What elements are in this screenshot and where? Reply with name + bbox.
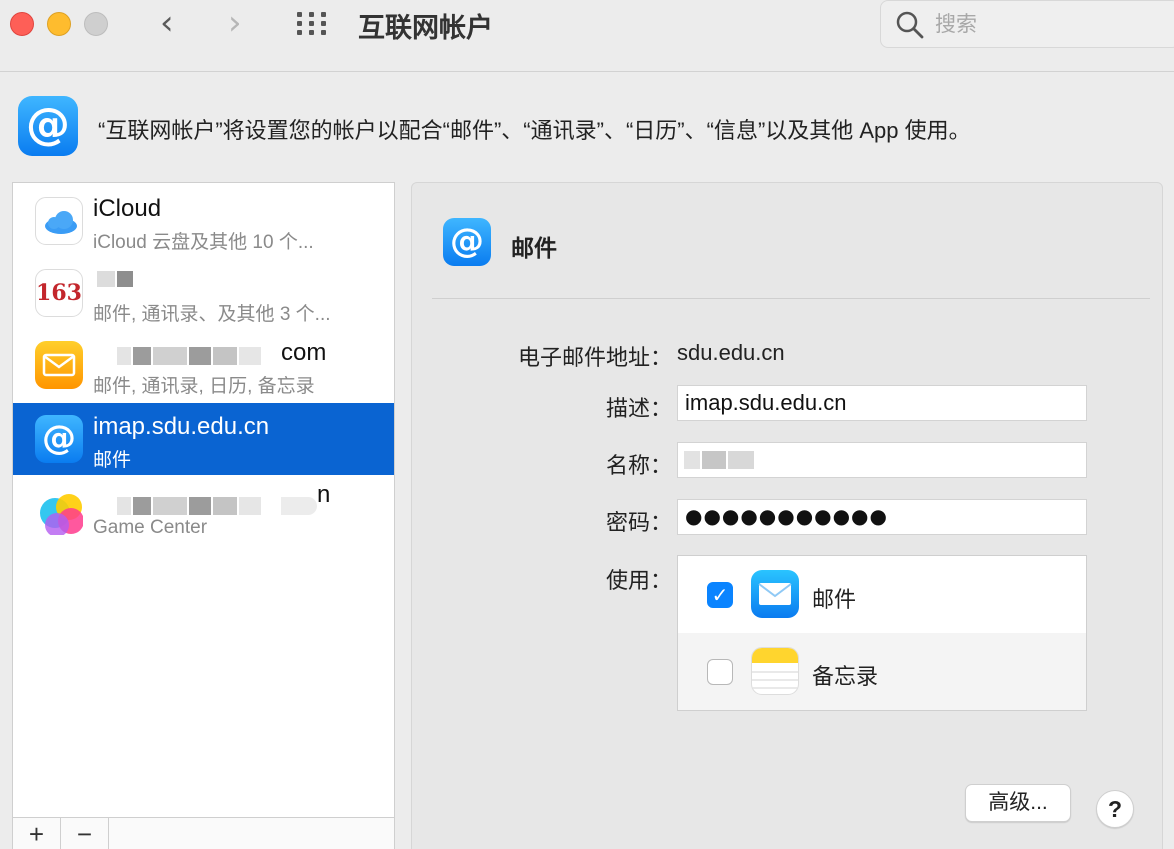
redacted-block — [684, 451, 700, 469]
divider — [432, 298, 1150, 299]
account-item-icloud[interactable]: iCloud iCloud 云盘及其他 10 个... — [13, 185, 394, 257]
description-label: 描述： — [605, 396, 672, 421]
password-label: 密码： — [605, 510, 672, 535]
account-subtitle: 邮件, 通讯录、及其他 3 个... — [93, 304, 331, 325]
zoom-window-button[interactable] — [84, 12, 108, 36]
help-button[interactable]: ? — [1096, 790, 1134, 828]
mail-163-icon: 163 — [35, 269, 83, 317]
redacted-block — [117, 497, 131, 515]
password-input[interactable]: ●●●●●●●●●●● — [677, 499, 1087, 535]
back-chevron-icon[interactable]: ‹ — [160, 6, 174, 40]
account-subtitle: 邮件 — [93, 450, 132, 471]
redacted-block — [117, 271, 133, 287]
redacted-block — [213, 347, 237, 365]
mail-checkbox[interactable]: ✓ — [707, 582, 733, 608]
app-label: 备忘录 — [812, 664, 879, 689]
redacted-block — [189, 347, 211, 365]
close-window-button[interactable] — [10, 12, 34, 36]
redacted-block — [133, 497, 151, 515]
account-item-163[interactable]: 163 邮件, 通讯录、及其他 3 个... — [13, 257, 394, 329]
account-subtitle: Game Center — [93, 517, 208, 538]
name-label: 名称： — [605, 453, 672, 478]
icloud-icon — [35, 197, 83, 245]
description-input[interactable] — [677, 385, 1087, 421]
email-label: 电子邮件地址： — [517, 345, 672, 370]
redacted-block — [239, 347, 261, 365]
account-item-game-center[interactable]: n Game Center — [13, 475, 394, 547]
redacted-block — [702, 451, 726, 469]
title-bar: ‹ › 互联网帐户 — [0, 0, 1174, 72]
remove-account-button[interactable]: − — [61, 818, 109, 849]
account-title: n — [317, 481, 331, 508]
account-list: iCloud iCloud 云盘及其他 10 个... 163 邮件, 通讯录、… — [12, 182, 395, 849]
redacted-block — [153, 347, 187, 365]
redacted-block — [189, 497, 211, 515]
redacted-block — [153, 497, 187, 515]
add-account-button[interactable]: + — [13, 818, 61, 849]
at-sign-icon: @ — [443, 218, 491, 266]
redacted-block — [117, 347, 131, 365]
use-label: 使用： — [605, 568, 672, 593]
search-input[interactable] — [935, 11, 1155, 39]
notes-app-icon — [751, 647, 799, 695]
notes-checkbox[interactable] — [707, 659, 733, 685]
account-item-imap[interactable]: @ imap.sdu.edu.cn 邮件 — [13, 403, 394, 475]
show-all-grid-icon[interactable] — [297, 12, 331, 36]
redacted-block — [728, 451, 754, 469]
name-input[interactable] — [677, 442, 1087, 478]
account-subtitle: 邮件, 通讯录, 日历, 备忘录 — [93, 376, 315, 397]
redacted-block — [133, 347, 151, 365]
header-description: “互联网帐户”将设置您的帐户以配合“邮件”、“通讯录”、“日历”、“信息”以及其… — [98, 118, 971, 143]
minimize-window-button[interactable] — [47, 12, 71, 36]
at-sign-icon: @ — [35, 415, 83, 463]
search-icon — [896, 11, 924, 39]
window-title: 互联网帐户 — [358, 13, 493, 43]
search-field[interactable] — [880, 0, 1174, 48]
account-detail-panel: @ 邮件 电子邮件地址： sdu.edu.cn 描述： 名称： 密码： ●●●●… — [411, 182, 1163, 849]
game-center-icon — [35, 487, 83, 535]
redacted-block — [213, 497, 237, 515]
redacted-block — [97, 271, 115, 287]
advanced-button[interactable]: 高级... — [965, 784, 1071, 822]
account-title: iCloud — [93, 195, 162, 222]
email-value: sdu.edu.cn — [677, 340, 785, 365]
mail-app-icon — [751, 570, 799, 618]
account-item-mail[interactable]: com 邮件, 通讯录, 日历, 备忘录 — [13, 329, 394, 401]
redacted-block — [239, 497, 261, 515]
app-usage-list: ✓ 邮件 备忘录 — [677, 555, 1087, 711]
account-list-footer: + − — [13, 817, 394, 849]
internet-accounts-at-icon: @ — [18, 96, 78, 156]
redacted-block — [281, 497, 317, 515]
account-title: com — [281, 339, 327, 366]
app-row-mail[interactable]: ✓ 邮件 — [678, 556, 1086, 633]
forward-chevron-icon[interactable]: › — [228, 6, 242, 40]
mail-envelope-icon — [35, 341, 83, 389]
app-label: 邮件 — [812, 587, 857, 612]
account-subtitle: iCloud 云盘及其他 10 个... — [93, 232, 314, 253]
account-title: imap.sdu.edu.cn — [93, 413, 270, 440]
app-row-notes[interactable]: 备忘录 — [678, 633, 1086, 710]
detail-title: 邮件 — [511, 235, 557, 261]
